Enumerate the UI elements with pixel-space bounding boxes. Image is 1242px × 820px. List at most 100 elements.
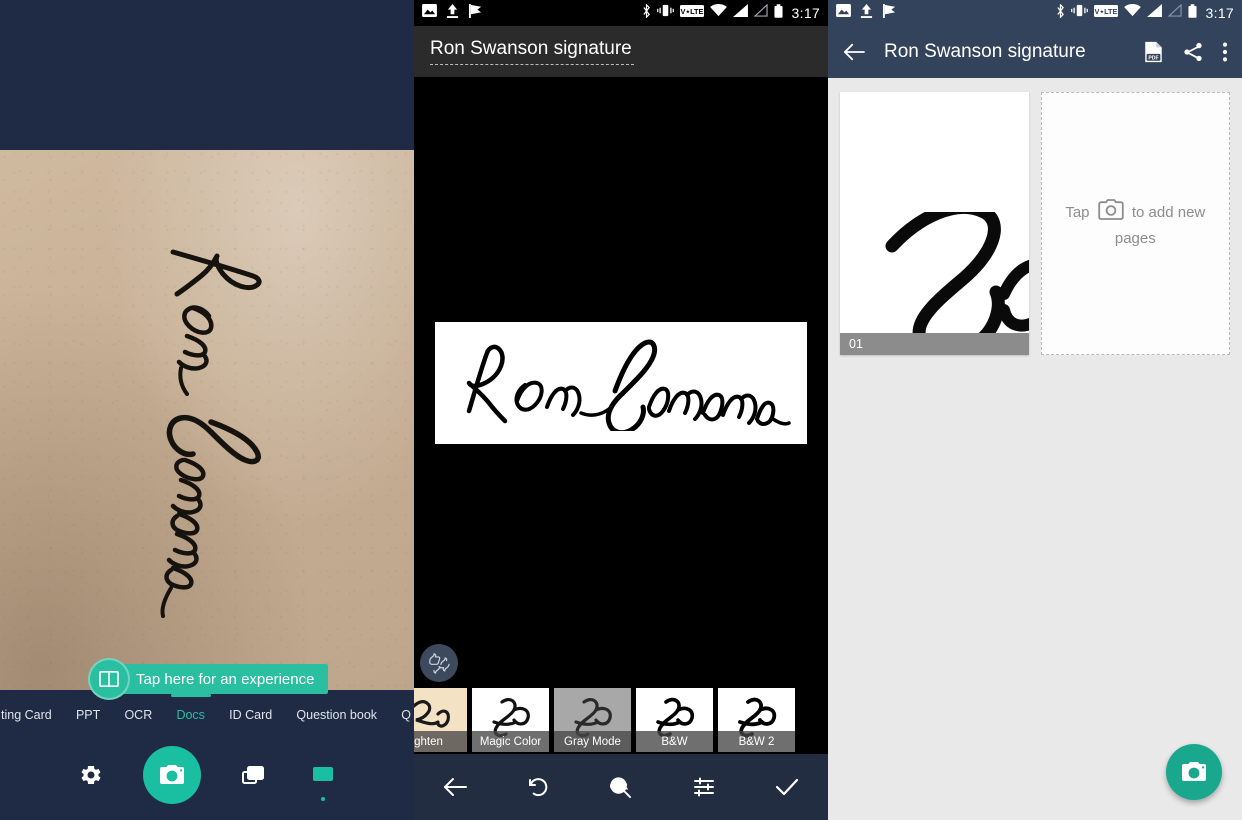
batch-mode-button[interactable] (305, 757, 341, 793)
filter-brighten[interactable]: ghten (414, 688, 467, 752)
pdf-icon: PDF (1145, 41, 1162, 63)
experience-banner-label: Tap here for an experience (114, 664, 329, 694)
check-icon (775, 778, 798, 796)
volte-icon: V⋆LTE (679, 4, 704, 22)
filter-label: Magic Color (472, 731, 549, 752)
add-page-fab[interactable] (1166, 744, 1222, 800)
confirm-button[interactable] (765, 765, 809, 809)
editor-canvas[interactable] (414, 77, 828, 685)
add-page-placeholder[interactable]: Tap to add new pages (1040, 92, 1230, 355)
panel-pages: V⋆LTE 3:17 Ron Swanson signature PDF 01 … (828, 0, 1242, 820)
camera-viewfinder[interactable] (0, 150, 414, 690)
flag-icon (468, 3, 483, 23)
settings-button[interactable] (73, 757, 109, 793)
clock: 3:17 (791, 5, 820, 21)
three-panel-screenshot: Tap here for an experience ting Card PPT… (0, 0, 1242, 820)
camera-icon (1182, 762, 1206, 781)
filter-strip[interactable]: ghten Magic Color Gray Mode B&W B&W 2 (414, 686, 828, 754)
sliders-icon (693, 777, 714, 797)
vibrate-icon (656, 4, 674, 22)
document-title-bar: Ron Swanson signature (414, 26, 828, 77)
page-title: Ron Swanson signature (884, 41, 1086, 62)
rectangle-icon (313, 767, 333, 781)
add-page-label: Tap to add new pages (1058, 198, 1213, 249)
camera-bottom-nav (0, 730, 414, 820)
tab-id-card[interactable]: ID Card (228, 708, 273, 722)
filter-bw-2[interactable]: B&W 2 (718, 688, 795, 752)
tab-ppt[interactable]: PPT (75, 708, 101, 722)
tab-next-partial[interactable]: Q (400, 708, 412, 722)
back-button[interactable] (842, 42, 866, 62)
svg-text:V⋆LTE: V⋆LTE (680, 7, 703, 16)
panel-camera: Tap here for an experience ting Card PPT… (0, 0, 414, 820)
gallery-button[interactable] (235, 757, 271, 793)
clock: 3:17 (1205, 5, 1234, 21)
flag-icon (882, 3, 897, 23)
battery-icon (773, 3, 783, 23)
status-bar: V⋆LTE 3:17 (414, 0, 828, 26)
signal-off-icon (752, 3, 768, 22)
gear-icon (81, 766, 101, 784)
add-page-prefix: Tap (1065, 204, 1090, 222)
pages-app-bar: Ron Swanson signature PDF (828, 26, 1242, 78)
rotate-button[interactable] (516, 765, 560, 809)
camera-icon (1096, 198, 1126, 228)
ocr-button[interactable]: OCR (599, 765, 643, 809)
filter-magic-color[interactable]: Magic Color (472, 688, 549, 752)
pages-grid: 01 Tap to add new pages (828, 78, 1242, 369)
adjust-button[interactable] (682, 765, 726, 809)
document-title-text: Ron Swanson signature (430, 38, 632, 59)
editor-toolbar: OCR (414, 754, 828, 820)
back-button[interactable] (433, 765, 477, 809)
status-bar: V⋆LTE 3:17 (828, 0, 1242, 26)
filter-label: Gray Mode (554, 731, 631, 752)
shutter-button[interactable] (143, 746, 201, 804)
page-thumbnail[interactable]: 01 (840, 92, 1029, 355)
tab-greeting-card[interactable]: ting Card (0, 708, 53, 722)
overflow-menu-button[interactable] (1222, 41, 1228, 63)
thumbs-feedback-icon (429, 653, 450, 674)
add-page-suffix: to add new pages (1114, 204, 1206, 247)
filter-gray-mode[interactable]: Gray Mode (554, 688, 631, 752)
scanned-document-preview[interactable] (435, 322, 807, 444)
filter-label: B&W (636, 731, 713, 752)
bluetooth-icon (642, 2, 651, 23)
signal-icon (732, 4, 748, 22)
image-icon (422, 4, 437, 22)
tab-docs[interactable]: Docs (175, 708, 205, 722)
vibrate-icon (1070, 4, 1088, 22)
panel-editor: V⋆LTE 3:17 Ron Swanson signature ghten M… (414, 0, 828, 820)
bluetooth-icon (1056, 2, 1065, 23)
svg-text:V⋆LTE: V⋆LTE (1094, 7, 1117, 16)
filter-label: B&W 2 (718, 731, 795, 752)
signature-preview (137, 216, 277, 646)
page-number-label: 01 (840, 333, 1029, 355)
signal-off-icon (1166, 3, 1182, 22)
battery-icon (1187, 3, 1197, 23)
wifi-icon (709, 3, 727, 22)
tab-ocr[interactable]: OCR (123, 708, 153, 722)
wifi-icon (1123, 3, 1141, 22)
more-vertical-icon (1222, 42, 1228, 62)
volte-icon: V⋆LTE (1093, 4, 1118, 22)
status-bar (0, 0, 414, 26)
ocr-search-icon: OCR (610, 776, 632, 798)
filter-bw[interactable]: B&W (636, 688, 713, 752)
arrow-left-icon (444, 778, 468, 796)
export-pdf-button[interactable]: PDF (1143, 41, 1164, 63)
upload-icon (446, 3, 459, 23)
book-icon (88, 658, 130, 700)
arrow-left-icon (844, 43, 865, 61)
filter-label: ghten (414, 731, 467, 752)
tab-question-book[interactable]: Question book (295, 708, 378, 722)
svg-text:PDF: PDF (1148, 56, 1158, 62)
feedback-button[interactable] (420, 644, 458, 682)
document-title-field[interactable]: Ron Swanson signature (430, 38, 634, 65)
signal-icon (1146, 4, 1162, 22)
app-bar-actions: PDF (1143, 41, 1228, 63)
share-icon (1184, 42, 1202, 62)
camera-icon (160, 765, 184, 784)
camera-mode-tabs: ting Card PPT OCR Docs ID Card Question … (0, 700, 414, 730)
rotate-left-icon (529, 778, 548, 797)
share-button[interactable] (1182, 41, 1204, 63)
